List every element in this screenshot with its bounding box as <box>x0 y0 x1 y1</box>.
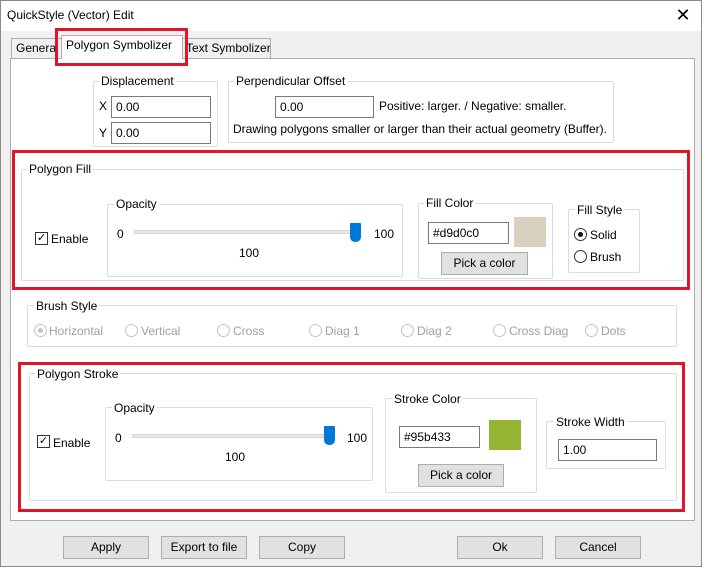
offset-description: Drawing polygons smaller or larger than … <box>233 122 607 136</box>
stroke-enable-checkbox[interactable]: ✓ <box>37 435 50 448</box>
cancel-button[interactable]: Cancel <box>555 536 641 559</box>
stroke-opacity-min: 0 <box>115 431 122 445</box>
fill-enable-checkbox[interactable]: ✓ <box>35 232 48 245</box>
fill-opacity-min: 0 <box>117 227 124 241</box>
offset-hint: Positive: larger. / Negative: smaller. <box>379 99 567 113</box>
stroke-opacity-label: Opacity <box>112 401 157 415</box>
fill-opacity-value: 100 <box>239 246 260 260</box>
fill-opacity-slider-thumb[interactable] <box>350 223 361 242</box>
fill-style-solid-radio[interactable] <box>574 228 587 241</box>
brush-diag2-radio[interactable] <box>401 324 414 337</box>
stroke-opacity-track <box>132 434 335 438</box>
x-label: X <box>99 99 108 113</box>
fill-opacity-max: 100 <box>374 227 395 241</box>
polygon-stroke-label: Polygon Stroke <box>35 367 121 381</box>
displacement-x-input[interactable] <box>111 96 211 118</box>
dialog-window: QuickStyle (Vector) Edit ✕ General Polyg… <box>0 0 702 567</box>
stroke-width-label: Stroke Width <box>554 415 627 429</box>
stroke-pick-color-button[interactable]: Pick a color <box>418 464 504 487</box>
copy-button[interactable]: Copy <box>259 536 345 559</box>
brush-dots-label: Dots <box>601 324 626 338</box>
brush-diag2-label: Diag 2 <box>417 324 452 338</box>
stroke-color-input[interactable] <box>399 426 480 448</box>
polygon-fill-label: Polygon Fill <box>27 162 94 176</box>
stroke-enable-label: Enable <box>53 436 91 450</box>
fill-style-solid-label: Solid <box>590 228 617 242</box>
fill-color-label: Fill Color <box>424 196 476 210</box>
fill-color-swatch[interactable] <box>514 217 546 247</box>
perpendicular-offset-label: Perpendicular Offset <box>234 74 348 88</box>
stroke-color-swatch[interactable] <box>489 420 521 450</box>
brush-cross-diag-label: Cross Diag <box>509 324 569 338</box>
brush-style-label: Brush Style <box>34 299 100 313</box>
brush-horizontal-label: Horizontal <box>49 324 104 338</box>
stroke-color-label: Stroke Color <box>392 392 463 406</box>
tab-general[interactable]: General <box>11 38 63 59</box>
brush-horizontal-radio[interactable] <box>34 324 47 337</box>
tab-text-symbolizer[interactable]: Text Symbolizer <box>181 38 271 59</box>
stroke-opacity-value: 100 <box>225 450 246 464</box>
fill-opacity-label: Opacity <box>114 197 159 211</box>
tab-label: General <box>16 41 59 55</box>
fill-pick-color-button[interactable]: Pick a color <box>441 252 528 275</box>
stroke-opacity-max: 100 <box>347 431 368 445</box>
tab-label: Polygon Symbolizer <box>66 38 173 52</box>
stroke-opacity-slider-thumb[interactable] <box>324 426 335 445</box>
tab-label: Text Symbolizer <box>186 41 271 55</box>
brush-cross-radio[interactable] <box>217 324 230 337</box>
export-to-file-button[interactable]: Export to file <box>161 536 247 559</box>
brush-vertical-label: Vertical <box>141 324 181 338</box>
displacement-y-input[interactable] <box>111 122 211 144</box>
brush-diag1-label: Diag 1 <box>325 324 360 338</box>
title-bar: QuickStyle (Vector) Edit ✕ <box>1 1 701 31</box>
brush-cross-label: Cross <box>233 324 265 338</box>
brush-cross-diag-radio[interactable] <box>493 324 506 337</box>
close-icon[interactable]: ✕ <box>671 4 695 26</box>
apply-button[interactable]: Apply <box>63 536 149 559</box>
fill-style-brush-radio[interactable] <box>574 250 587 263</box>
stroke-width-input[interactable] <box>558 439 657 461</box>
tab-polygon-symbolizer[interactable]: Polygon Symbolizer <box>61 35 183 59</box>
fill-color-input[interactable] <box>428 222 509 244</box>
window-title: QuickStyle (Vector) Edit <box>7 8 134 22</box>
brush-dots-radio[interactable] <box>585 324 598 337</box>
fill-style-brush-label: Brush <box>590 250 622 264</box>
fill-opacity-track <box>134 230 361 234</box>
perpendicular-offset-input[interactable] <box>275 96 374 118</box>
displacement-label: Displacement <box>99 74 176 88</box>
brush-diag1-radio[interactable] <box>309 324 322 337</box>
brush-vertical-radio[interactable] <box>125 324 138 337</box>
fill-style-label: Fill Style <box>575 203 625 217</box>
ok-button[interactable]: Ok <box>457 536 543 559</box>
y-label: Y <box>99 126 108 140</box>
fill-enable-label: Enable <box>51 232 89 246</box>
